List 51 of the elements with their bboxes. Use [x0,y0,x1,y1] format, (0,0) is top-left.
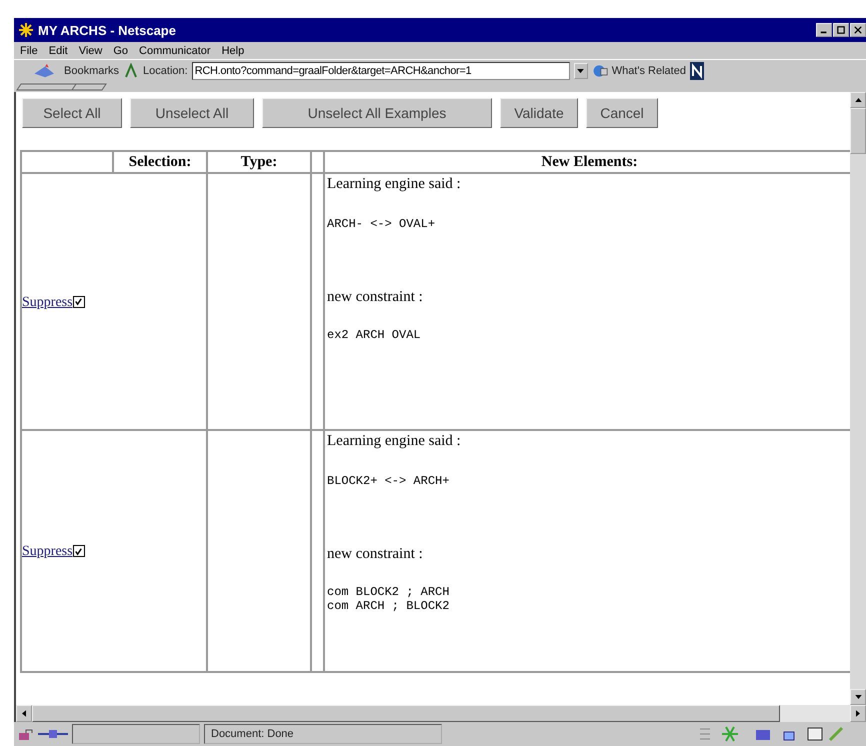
connection-icon [38,728,68,740]
window-title: MY ARCHS - Netscape [38,22,176,38]
maximize-icon [837,26,845,34]
whats-related-button[interactable]: What's Related [612,65,686,77]
page-button[interactable]: Cancel [586,98,658,128]
close-icon [854,26,862,34]
engine-message: Learning engine said : [327,433,462,450]
checkbox[interactable] [72,545,85,558]
vertical-scrollbar[interactable] [850,92,866,705]
right-arrow-icon[interactable] [856,710,860,717]
page-button[interactable]: Unselect All Examples [262,98,492,128]
status-text: Document: Done [204,724,442,744]
page-button[interactable]: Unselect All [130,98,254,128]
constraint-text: ex2 ARCH OVAL [327,328,422,342]
constraint-text: com ARCH ; BLOCK2 [327,599,450,613]
rule-text: BLOCK2+ <-> ARCH+ [327,474,450,488]
caret-down-icon [577,68,584,74]
constraint-label: new constraint : [327,546,424,563]
left-arrow-icon[interactable] [22,710,26,717]
globe-icon [592,63,608,79]
page-button[interactable]: Select All [22,98,122,128]
scroll-thumb[interactable] [850,108,866,154]
column-header: Selection: [113,151,207,173]
column-header: Type: [207,151,311,173]
location-label: Location: [143,65,188,77]
column-header: New Elements: [324,151,850,173]
menu-item[interactable]: View [78,44,102,56]
page-button[interactable]: Validate [500,98,578,128]
star-icon [18,22,34,38]
checkbox[interactable] [72,296,85,308]
menu-item[interactable]: Edit [48,44,68,56]
menu-item[interactable]: Go [113,44,128,56]
dropdown-button[interactable] [574,63,588,79]
minimize-button[interactable] [816,23,832,37]
lock-icon [18,727,34,741]
bookmarks-button[interactable]: Bookmarks [64,65,120,77]
engine-message: Learning engine said : [327,176,462,193]
suppress-link[interactable]: Suppress [22,544,73,559]
location-field[interactable]: RCH.onto?command=graalFolder&target=ARCH&anchor=1 [192,62,570,80]
close-button[interactable] [850,23,866,37]
menu-item[interactable]: Communicator [139,44,211,56]
menu-item[interactable]: Help [222,44,244,56]
down-arrow-icon[interactable] [854,695,862,699]
rule-text: ARCH- <-> OVAL+ [327,217,436,231]
constraint-text: com BLOCK2 ; ARCH [327,585,450,599]
menu-item[interactable]: File [20,44,38,56]
constraint-label: new constraint : [327,289,424,306]
location-icon [123,63,140,79]
maximize-button[interactable] [833,23,849,37]
suppress-link[interactable]: Suppress [22,294,73,310]
up-arrow-icon[interactable] [854,98,862,102]
